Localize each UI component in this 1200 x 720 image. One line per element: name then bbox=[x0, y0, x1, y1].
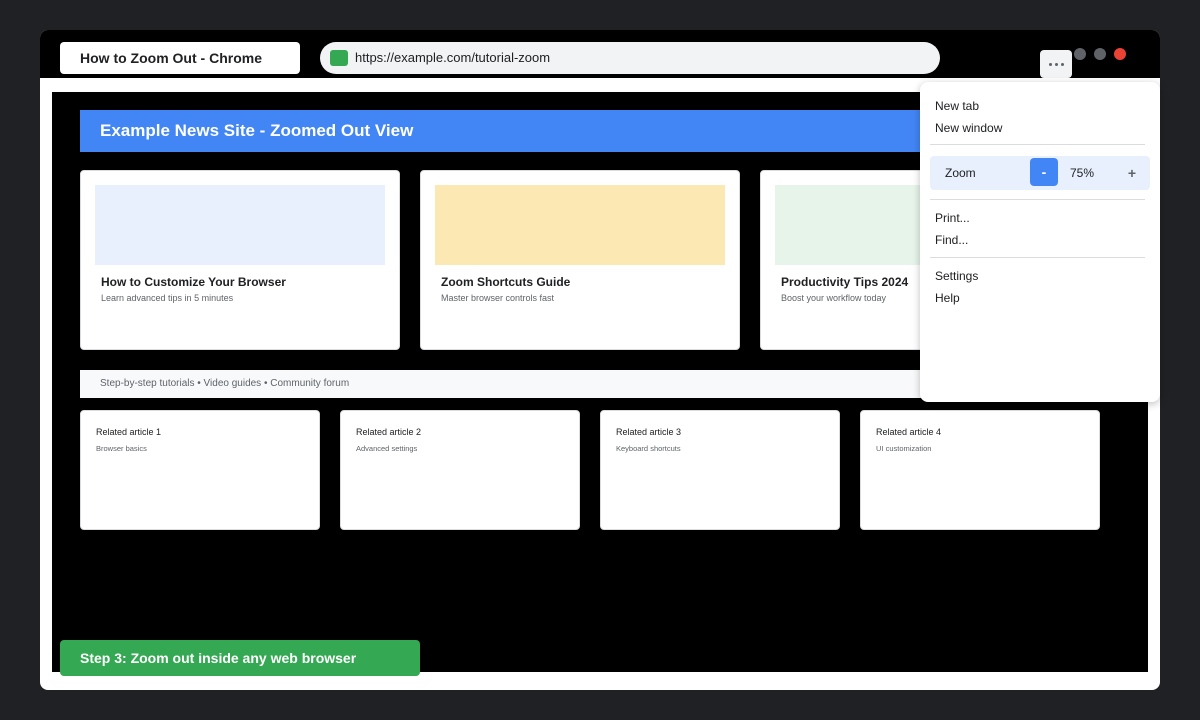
menu-item-print[interactable]: Print... bbox=[935, 211, 970, 225]
featured-card[interactable]: Zoom Shortcuts Guide Master browser cont… bbox=[420, 170, 740, 350]
zoom-level: 75% bbox=[1070, 166, 1095, 180]
close-icon[interactable] bbox=[1114, 48, 1126, 60]
menu-item-help[interactable]: Help bbox=[935, 291, 960, 305]
related-title: Related article 1 bbox=[96, 427, 162, 437]
card-title: How to Customize Your Browser bbox=[101, 275, 286, 289]
related-card[interactable]: Related article 1 Browser basics bbox=[80, 410, 320, 530]
card-subtitle: Boost your workflow today bbox=[781, 293, 887, 303]
card-subtitle: Master browser controls fast bbox=[441, 293, 555, 303]
menu-divider bbox=[930, 257, 1145, 258]
more-menu-button[interactable] bbox=[1040, 50, 1072, 78]
info-strip: Step-by-step tutorials • Video guides • … bbox=[80, 370, 980, 398]
more-horizontal-icon bbox=[1054, 62, 1058, 66]
menu-item-new-window[interactable]: New window bbox=[935, 121, 1002, 135]
related-card[interactable]: Related article 2 Advanced settings bbox=[340, 410, 580, 530]
card-title: Zoom Shortcuts Guide bbox=[441, 275, 571, 289]
related-subtitle: Advanced settings bbox=[356, 444, 418, 453]
zoom-in-button[interactable]: + bbox=[1120, 160, 1144, 186]
featured-card[interactable]: How to Customize Your Browser Learn adva… bbox=[80, 170, 400, 350]
window-control-icon[interactable] bbox=[1074, 48, 1086, 60]
browser-menu-dropdown: New tab New window Zoom - 75% + Print...… bbox=[920, 82, 1160, 402]
url-text: https://example.com/tutorial-zoom bbox=[355, 50, 551, 65]
minimize-icon[interactable] bbox=[1094, 48, 1106, 60]
card-title: Productivity Tips 2024 bbox=[781, 275, 909, 289]
more-horizontal-icon bbox=[1048, 62, 1052, 66]
address-bar[interactable]: https://example.com/tutorial-zoom bbox=[320, 42, 940, 74]
card-thumbnail bbox=[435, 185, 725, 265]
related-title: Related article 2 bbox=[356, 427, 422, 437]
menu-item-settings[interactable]: Settings bbox=[935, 269, 978, 283]
related-subtitle: Keyboard shortcuts bbox=[616, 444, 681, 453]
related-subtitle: UI customization bbox=[876, 444, 932, 453]
related-title: Related article 4 bbox=[876, 427, 942, 437]
menu-item-zoom: Zoom - 75% + bbox=[930, 156, 1150, 190]
card-subtitle: Learn advanced tips in 5 minutes bbox=[101, 293, 234, 303]
related-card[interactable]: Related article 4 UI customization bbox=[860, 410, 1100, 530]
site-header: Example News Site - Zoomed Out View bbox=[80, 110, 980, 152]
title-bar: How to Zoom Out - Chrome https://example… bbox=[40, 30, 1160, 78]
menu-divider bbox=[930, 144, 1145, 145]
menu-item-new-tab[interactable]: New tab bbox=[935, 99, 979, 113]
related-subtitle: Browser basics bbox=[96, 444, 147, 453]
zoom-label: Zoom bbox=[945, 166, 976, 180]
step-callout: Step 3: Zoom out inside any web browser bbox=[60, 640, 420, 676]
site-security-icon bbox=[330, 50, 348, 66]
zoom-out-button[interactable]: - bbox=[1030, 158, 1058, 186]
more-horizontal-icon bbox=[1060, 62, 1064, 66]
related-title: Related article 3 bbox=[616, 427, 682, 437]
related-card[interactable]: Related article 3 Keyboard shortcuts bbox=[600, 410, 840, 530]
menu-divider bbox=[930, 199, 1145, 200]
card-thumbnail bbox=[95, 185, 385, 265]
tab-active[interactable]: How to Zoom Out - Chrome bbox=[60, 42, 300, 74]
menu-item-find[interactable]: Find... bbox=[935, 233, 968, 247]
